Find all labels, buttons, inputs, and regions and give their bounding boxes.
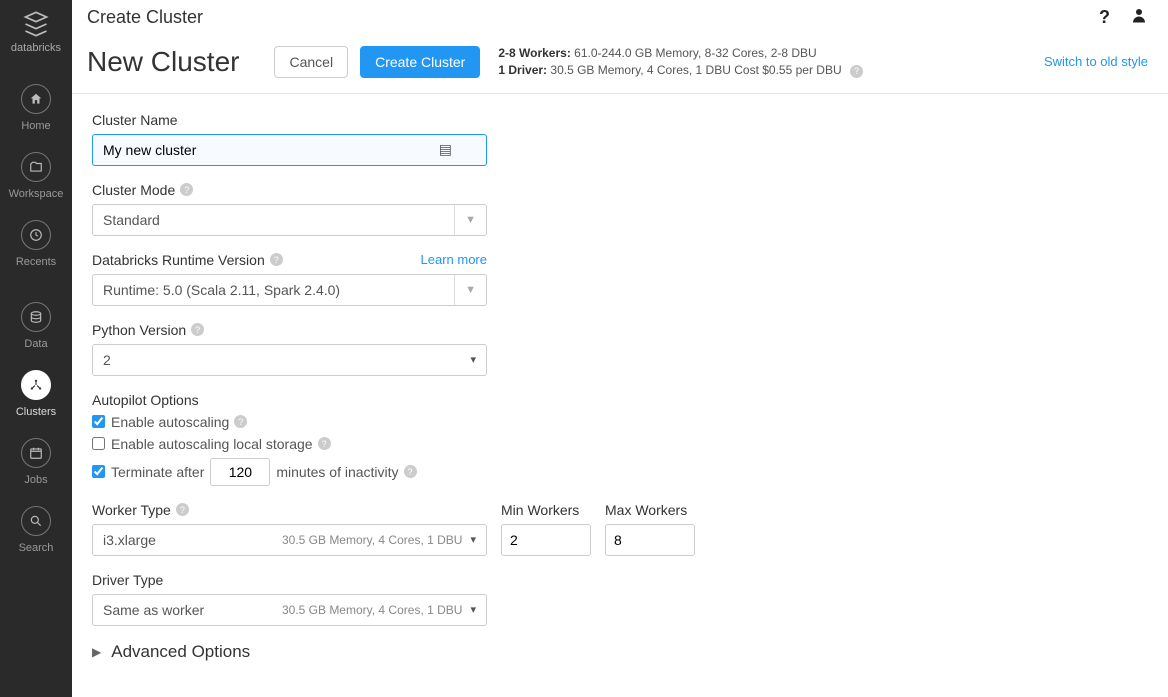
cancel-button[interactable]: Cancel: [274, 46, 348, 78]
sidebar-item-label: Clusters: [16, 406, 56, 418]
runtime-label: Databricks Runtime Version: [92, 252, 265, 268]
cluster-name-input[interactable]: [103, 142, 439, 158]
driver-type-select[interactable]: Same as worker 30.5 GB Memory, 4 Cores, …: [92, 594, 487, 626]
updown-icon: ▾: [470, 603, 476, 616]
terminate-suffix: minutes of inactivity: [276, 464, 398, 480]
database-icon: [21, 302, 51, 332]
worker-type-detail: 30.5 GB Memory, 4 Cores, 1 DBU: [282, 533, 463, 547]
cluster-mode-value: Standard: [103, 212, 454, 228]
stats-workers-label: 2-8 Workers:: [498, 46, 570, 60]
switch-style-link[interactable]: Switch to old style: [1044, 54, 1148, 69]
driver-type-label: Driver Type: [92, 572, 772, 588]
help-icon[interactable]: ?: [1099, 7, 1110, 28]
stats-workers-value: 61.0-244.0 GB Memory, 8-32 Cores, 2-8 DB…: [574, 46, 817, 60]
sidebar-item-label: Home: [21, 120, 50, 132]
enable-local-storage-label: Enable autoscaling local storage: [111, 436, 313, 452]
updown-icon: ▾: [470, 533, 476, 546]
clock-icon: [21, 220, 51, 250]
calendar-icon: [21, 438, 51, 468]
cluster-mode-label: Cluster Mode: [92, 182, 175, 198]
help-icon[interactable]: ?: [404, 465, 417, 478]
create-cluster-button[interactable]: Create Cluster: [360, 46, 480, 78]
max-workers-input[interactable]: [605, 524, 695, 556]
terminate-checkbox[interactable]: [92, 465, 105, 478]
home-icon: [21, 84, 51, 114]
max-workers-label: Max Workers: [605, 502, 695, 518]
sidebar-item-search[interactable]: Search: [0, 496, 72, 564]
sidebar-item-recents[interactable]: Recents: [0, 210, 72, 278]
runtime-select[interactable]: Runtime: 5.0 (Scala 2.11, Spark 2.4.0) ▼: [92, 274, 487, 306]
enable-autoscaling-checkbox[interactable]: [92, 415, 105, 428]
terminate-prefix: Terminate after: [111, 464, 204, 480]
sidebar-item-label: Workspace: [9, 188, 64, 200]
user-icon[interactable]: [1130, 6, 1148, 29]
sidebar-item-label: Data: [24, 338, 47, 350]
search-icon: [21, 506, 51, 536]
header-row: New Cluster Cancel Create Cluster 2-8 Wo…: [72, 35, 1168, 94]
chevron-down-icon: ▼: [454, 275, 476, 305]
stats-driver-value: 30.5 GB Memory, 4 Cores, 1 DBU Cost $0.5…: [550, 63, 841, 77]
sidebar-item-jobs[interactable]: Jobs: [0, 428, 72, 496]
folder-icon: [21, 152, 51, 182]
python-value: 2: [103, 352, 470, 368]
chevron-right-icon: ▶: [92, 645, 101, 659]
cluster-name-label: Cluster Name: [92, 112, 772, 128]
python-select[interactable]: 2 ▾: [92, 344, 487, 376]
help-icon[interactable]: ?: [234, 415, 247, 428]
cluster-mode-select[interactable]: Standard ▼: [92, 204, 487, 236]
autopilot-label: Autopilot Options: [92, 392, 772, 408]
enable-autoscaling-label: Enable autoscaling: [111, 414, 229, 430]
stats-driver-label: 1 Driver:: [498, 63, 547, 77]
sidebar: databricks Home Workspace Recents Data C…: [0, 0, 72, 697]
help-icon[interactable]: ?: [850, 65, 863, 78]
learn-more-link[interactable]: Learn more: [421, 252, 487, 267]
sidebar-item-label: Jobs: [24, 474, 47, 486]
driver-type-detail: 30.5 GB Memory, 4 Cores, 1 DBU: [282, 603, 463, 617]
terminate-minutes-input[interactable]: [210, 458, 270, 486]
help-icon[interactable]: ?: [180, 183, 193, 196]
help-icon[interactable]: ?: [176, 503, 189, 516]
min-workers-input[interactable]: [501, 524, 591, 556]
sidebar-item-label: Recents: [16, 256, 56, 268]
cluster-name-input-wrap: ▤: [92, 134, 487, 166]
worker-type-value: i3.xlarge: [103, 532, 282, 548]
breadcrumb-title: Create Cluster: [87, 7, 203, 28]
id-card-icon[interactable]: ▤: [439, 141, 452, 158]
clusters-icon: [21, 370, 51, 400]
sidebar-item-data[interactable]: Data: [0, 292, 72, 360]
runtime-value: Runtime: 5.0 (Scala 2.11, Spark 2.4.0): [103, 282, 454, 298]
worker-type-label: Worker Type: [92, 502, 171, 518]
enable-local-storage-checkbox[interactable]: [92, 437, 105, 450]
cluster-stats: 2-8 Workers: 61.0-244.0 GB Memory, 8-32 …: [498, 45, 863, 79]
python-label: Python Version: [92, 322, 186, 338]
sidebar-item-clusters[interactable]: Clusters: [0, 360, 72, 428]
help-icon[interactable]: ?: [270, 253, 283, 266]
worker-type-select[interactable]: i3.xlarge 30.5 GB Memory, 4 Cores, 1 DBU…: [92, 524, 487, 556]
updown-icon: ▾: [470, 353, 476, 366]
topbar: Create Cluster ?: [72, 0, 1168, 35]
cluster-form: Cluster Name ▤ Cluster Mode? Standard ▼ …: [72, 94, 792, 680]
advanced-options-toggle[interactable]: ▶ Advanced Options: [92, 642, 772, 662]
sidebar-item-home[interactable]: Home: [0, 74, 72, 142]
main-content: Create Cluster ? New Cluster Cancel Crea…: [72, 0, 1168, 697]
min-workers-label: Min Workers: [501, 502, 591, 518]
sidebar-item-label: Search: [19, 542, 54, 554]
help-icon[interactable]: ?: [318, 437, 331, 450]
help-icon[interactable]: ?: [191, 323, 204, 336]
page-title: New Cluster: [87, 46, 239, 78]
chevron-down-icon: ▼: [454, 205, 476, 235]
sidebar-brand: databricks: [11, 42, 61, 54]
driver-type-value: Same as worker: [103, 602, 282, 618]
advanced-options-label: Advanced Options: [111, 642, 250, 662]
sidebar-item-workspace[interactable]: Workspace: [0, 142, 72, 210]
databricks-logo-icon: [22, 10, 50, 38]
